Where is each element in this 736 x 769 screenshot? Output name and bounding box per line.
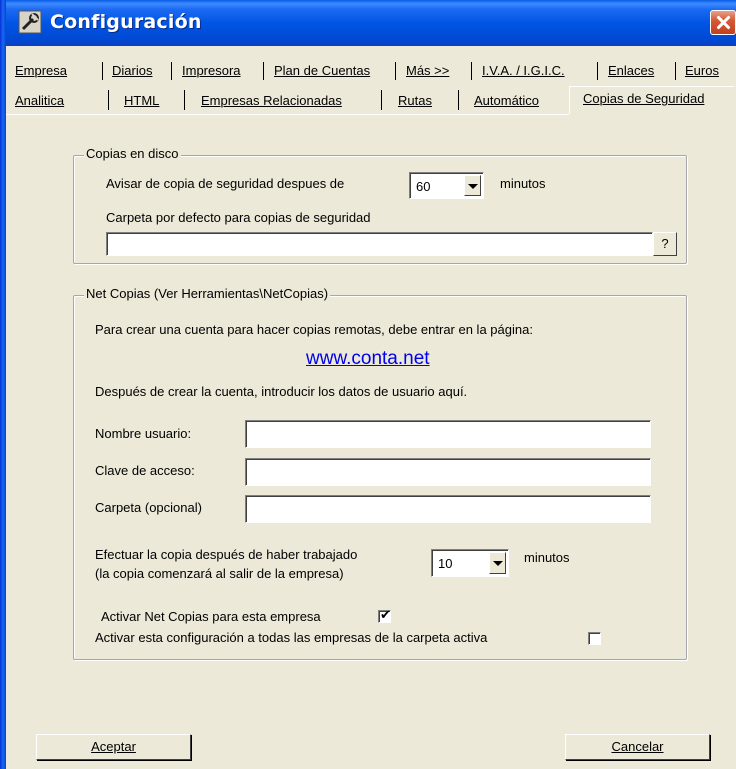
settings-tool-icon bbox=[18, 10, 42, 34]
tab-separator bbox=[458, 90, 459, 110]
password-label: Clave de acceso: bbox=[95, 463, 195, 478]
tab-separator bbox=[171, 62, 172, 80]
tab-empresas-relacionadas[interactable]: Empresas Relacionadas bbox=[201, 93, 342, 108]
tab-analitica[interactable]: Analitica bbox=[15, 93, 64, 108]
chevron-down-icon[interactable] bbox=[489, 552, 506, 574]
delay-minutes-select[interactable]: 10 bbox=[431, 549, 509, 577]
backup-folder-input[interactable] bbox=[106, 232, 653, 256]
cancel-button[interactable]: Cancelar bbox=[565, 734, 710, 760]
net-copies-title: Net Copias (Ver Herramientas\NetCopias) bbox=[84, 286, 331, 301]
delay-minutes-value: 10 bbox=[438, 556, 453, 571]
accept-button[interactable]: Aceptar bbox=[36, 734, 191, 760]
net-folder-label: Carpeta (opcional) bbox=[95, 500, 202, 515]
tab-copias-de-seguridad[interactable]: Copias de Seguridad bbox=[583, 91, 704, 106]
tab-automatico[interactable]: Automático bbox=[474, 93, 539, 108]
tab-separator bbox=[102, 62, 103, 80]
cancel-button-label: Cancelar bbox=[611, 739, 664, 754]
warn-minutes-select[interactable]: 60 bbox=[409, 172, 484, 199]
password-input[interactable] bbox=[245, 458, 651, 486]
close-button[interactable] bbox=[710, 10, 736, 35]
chevron-down-icon[interactable] bbox=[464, 175, 481, 196]
title-bar[interactable]: Configuración bbox=[0, 0, 736, 46]
configuration-window: Configuración Empresa Diarios Impresora … bbox=[0, 0, 736, 769]
disk-copies-title: Copias en disco bbox=[84, 146, 181, 161]
activate-net-copies-label: Activar Net Copias para esta empresa bbox=[101, 609, 321, 624]
tab-separator bbox=[108, 90, 109, 110]
tab-separator bbox=[597, 62, 598, 80]
tab-separator bbox=[471, 62, 472, 80]
tab-impresora[interactable]: Impresora bbox=[182, 63, 241, 78]
window-title: Configuración bbox=[50, 11, 202, 33]
delay-unit-label: minutos bbox=[524, 550, 570, 565]
tab-separator bbox=[381, 90, 382, 110]
window-border bbox=[0, 0, 6, 769]
tab-euros[interactable]: Euros bbox=[685, 63, 719, 78]
username-input[interactable] bbox=[245, 420, 651, 448]
tab-baseline bbox=[6, 114, 569, 115]
net-copies-intro: Para crear una cuenta para hacer copias … bbox=[95, 322, 533, 337]
tab-separator bbox=[184, 90, 185, 110]
tab-diarios[interactable]: Diarios bbox=[112, 63, 152, 78]
tab-empresa[interactable]: Empresa bbox=[15, 63, 67, 78]
warn-minutes-value: 60 bbox=[416, 179, 431, 194]
conta-net-link[interactable]: www.conta.net bbox=[306, 348, 430, 370]
folder-label: Carpeta por defecto para copias de segur… bbox=[106, 210, 371, 225]
checkmark-icon: ✔ bbox=[380, 607, 391, 622]
tab-separator bbox=[395, 62, 396, 80]
apply-all-label: Activar esta configuración a todas las e… bbox=[95, 630, 488, 645]
tab-rutas[interactable]: Rutas bbox=[398, 93, 432, 108]
warn-unit-label: minutos bbox=[500, 176, 546, 191]
net-copies-after-text: Después de crear la cuenta, introducir l… bbox=[95, 384, 468, 399]
tab-separator bbox=[675, 62, 676, 80]
net-folder-input[interactable] bbox=[245, 495, 651, 523]
tab-iva-igic[interactable]: I.V.A. / I.G.I.C. bbox=[482, 63, 565, 78]
username-label: Nombre usuario: bbox=[95, 426, 192, 441]
activate-net-copies-checkbox[interactable]: ✔ bbox=[378, 607, 391, 623]
warn-label: Avisar de copia de seguridad despues de bbox=[106, 176, 345, 191]
tab-plan-de-cuentas[interactable]: Plan de Cuentas bbox=[274, 63, 370, 78]
browse-folder-button[interactable]: ? bbox=[653, 232, 677, 256]
tab-mas[interactable]: Más >> bbox=[406, 63, 449, 78]
accept-button-label: Aceptar bbox=[91, 739, 136, 754]
apply-all-checkbox[interactable] bbox=[588, 632, 601, 645]
tab-separator bbox=[263, 62, 264, 80]
tab-enlaces[interactable]: Enlaces bbox=[608, 63, 654, 78]
delay-label-2: (la copia comenzará al salir de la empre… bbox=[95, 566, 344, 581]
tab-html[interactable]: HTML bbox=[124, 93, 159, 108]
delay-label-1: Efectuar la copia después de haber traba… bbox=[95, 547, 358, 562]
